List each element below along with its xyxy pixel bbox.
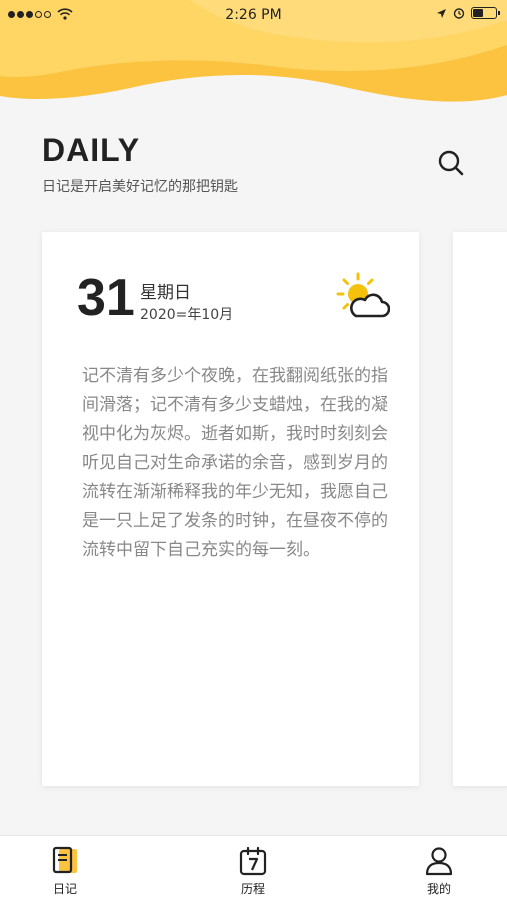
page-subtitle: 日记是开启美好记忆的那把钥匙 xyxy=(42,179,238,195)
entry-weekday: 星期日 xyxy=(140,283,191,303)
tab-mine[interactable]: 我的 xyxy=(399,846,479,897)
status-right xyxy=(436,7,500,19)
entry-day: 31 xyxy=(77,269,135,327)
status-time: 2:26 PM xyxy=(225,7,282,23)
bottom-tab-bar: 日记 历程 我的 xyxy=(0,835,507,900)
tab-history[interactable]: 历程 xyxy=(213,846,293,897)
next-entry-card[interactable] xyxy=(453,232,507,786)
alarm-icon xyxy=(453,8,465,19)
entry-body-text: 记不清有多少个夜晚，在我翻阅纸张的指间滑落；记不清有多少支蜡烛，在我的凝视中化为… xyxy=(82,366,388,560)
battery-icon xyxy=(471,7,500,19)
calendar-icon xyxy=(239,846,267,876)
entry-date: 2020=年10月 xyxy=(140,307,234,323)
partly-cloudy-icon xyxy=(336,272,390,318)
tab-mine-label: 我的 xyxy=(426,882,451,896)
page-title: DAILY xyxy=(42,132,141,168)
diary-entry-card[interactable]: 31 星期日 2020=年10月 记不清有多少个夜晚，在我翻阅纸张的指间滑落；记… xyxy=(42,232,419,786)
status-bar: 2:26 PM xyxy=(0,0,507,32)
tab-diary[interactable]: 日记 xyxy=(25,846,105,897)
tab-history-label: 历程 xyxy=(240,882,265,896)
diary-icon xyxy=(52,846,77,874)
user-icon xyxy=(425,847,453,876)
location-icon xyxy=(437,8,446,18)
search-icon[interactable] xyxy=(436,148,466,178)
tab-diary-label: 日记 xyxy=(52,882,77,896)
